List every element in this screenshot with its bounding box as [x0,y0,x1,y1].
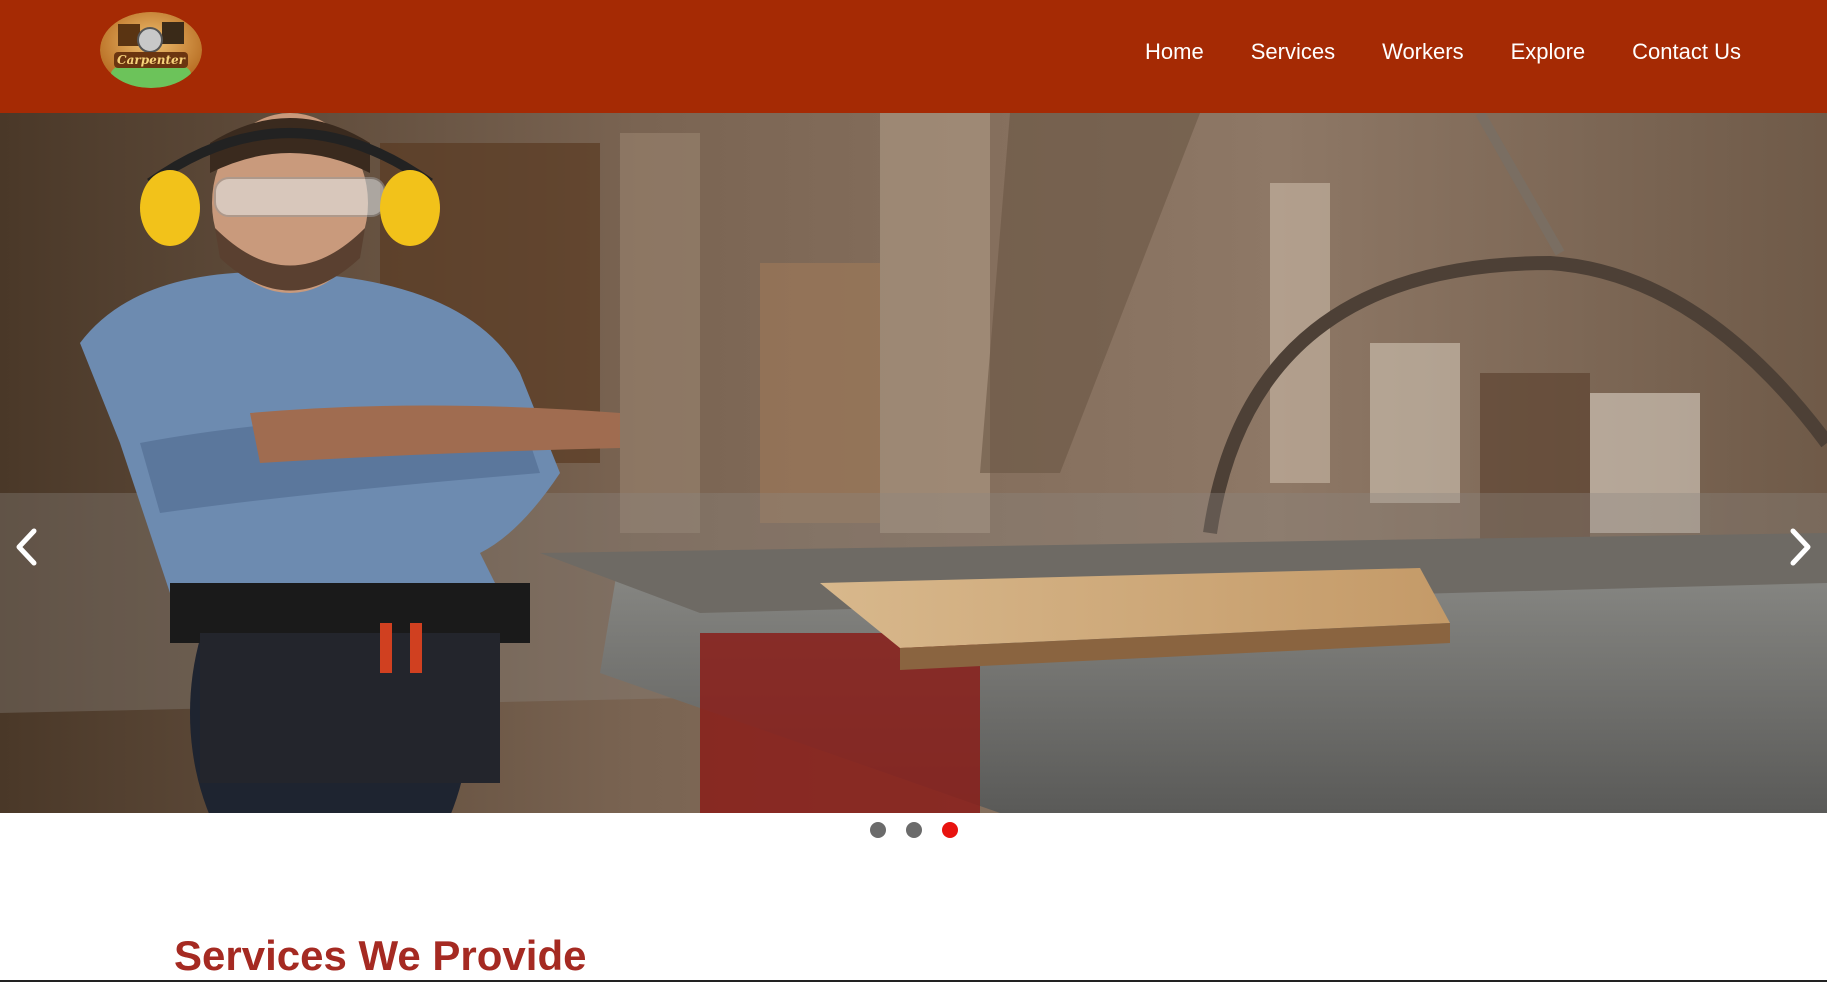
carousel-dot-3[interactable] [941,822,958,838]
hero-carousel [0,113,1827,813]
nav-services[interactable]: Services [1251,39,1335,65]
chevron-left-icon [16,528,37,566]
hero-slide-image [0,113,1827,813]
nav-explore[interactable]: Explore [1511,39,1586,65]
carousel-next-button[interactable] [1783,521,1819,573]
nav-workers[interactable]: Workers [1382,39,1464,65]
carousel-dot-2[interactable] [905,822,922,838]
nav-home[interactable]: Home [1145,39,1204,65]
carousel-prev-button[interactable] [8,521,44,573]
chevron-right-icon [1790,528,1811,566]
carpenter-logo[interactable]: Carpenter [100,12,202,88]
main-nav: Home Services Workers Explore Contact Us [1145,0,1741,104]
services-section-title: Services We Provide [174,932,587,979]
svg-text:Carpenter: Carpenter [117,53,187,67]
site-header: Carpenter Home Services Workers Explore … [0,0,1827,113]
nav-contact-us[interactable]: Contact Us [1632,39,1741,65]
carousel-dot-1[interactable] [869,822,886,838]
carousel-indicators [0,822,1827,840]
logo-graphic: Carpenter [100,12,202,88]
